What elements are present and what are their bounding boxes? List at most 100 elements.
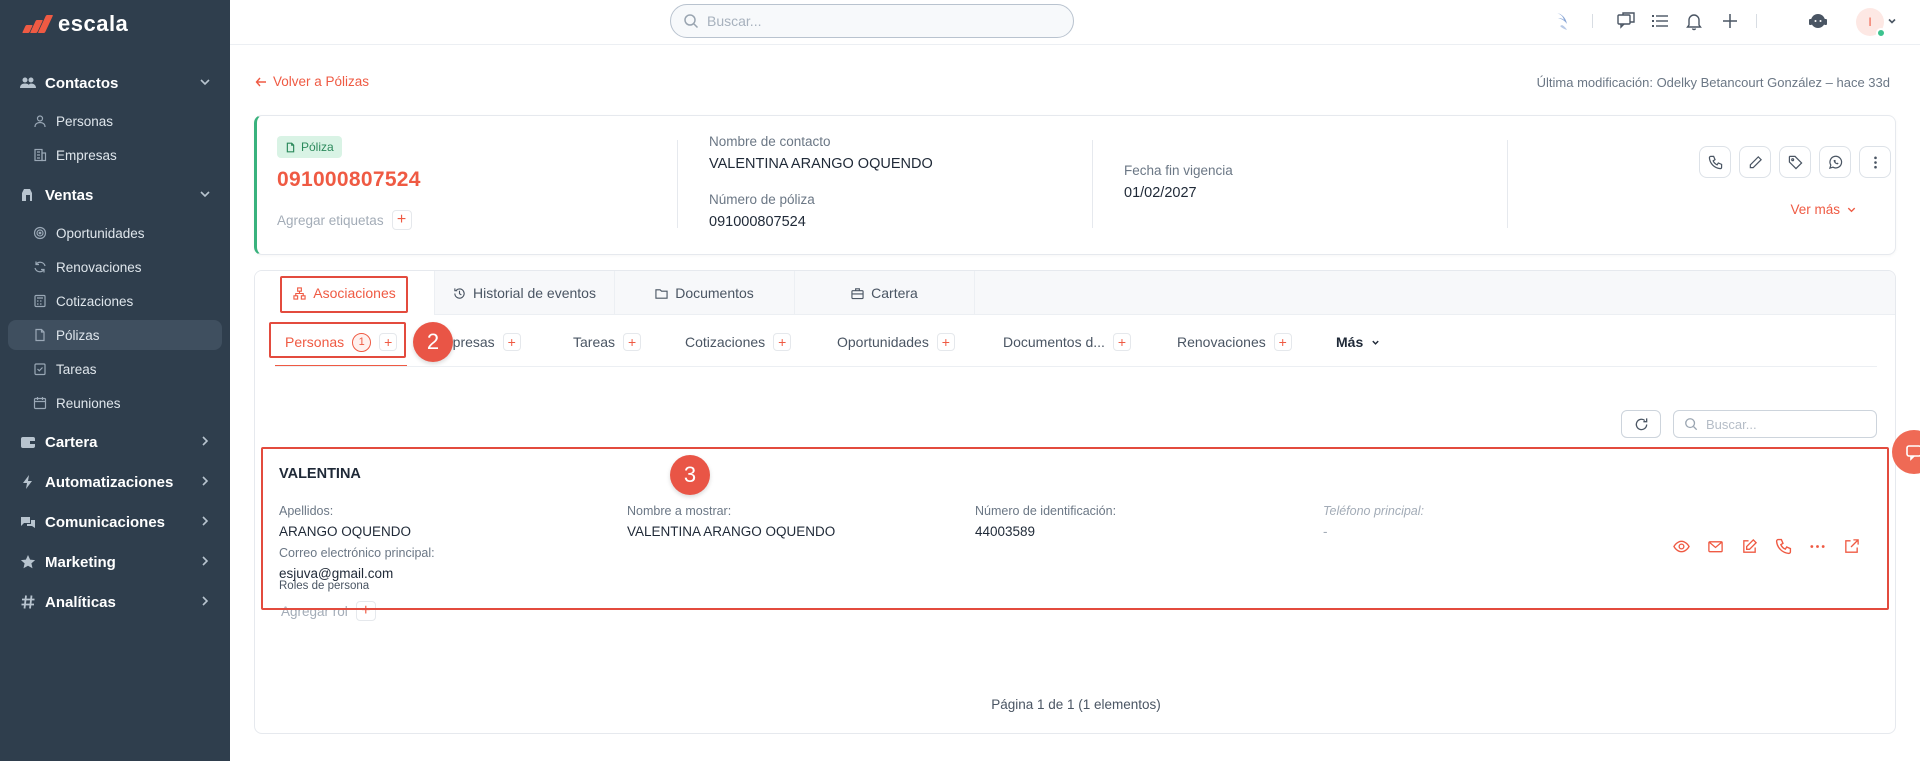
global-search-input[interactable] — [707, 13, 1047, 29]
sidebar-item-cotizaciones[interactable]: Cotizaciones — [8, 286, 222, 316]
subtab-documentos[interactable]: Documentos d... + — [1003, 329, 1131, 355]
more-horizontal-icon[interactable] — [1807, 536, 1827, 556]
folder-icon — [655, 287, 668, 300]
apellidos-value: ARANGO OQUENDO — [279, 524, 412, 539]
arrow-left-icon — [255, 76, 267, 88]
add-cotizacion-button[interactable]: + — [773, 333, 792, 351]
edit-button[interactable] — [1739, 146, 1771, 178]
subtab-oportunidades[interactable]: Oportunidades + — [837, 329, 955, 355]
more-options-button[interactable] — [1859, 146, 1891, 178]
star-icon — [20, 554, 36, 570]
person-icon — [33, 114, 47, 128]
search-icon — [683, 13, 699, 29]
phone-value: - — [1323, 524, 1328, 539]
sidebar-group-ventas[interactable]: Ventas — [0, 178, 230, 212]
email-value: esjuva@gmail.com — [279, 566, 394, 581]
person-name[interactable]: VALENTINA — [279, 466, 361, 482]
brand-logo[interactable]: escala — [22, 6, 128, 42]
global-search[interactable] — [670, 4, 1074, 38]
list-search[interactable] — [1673, 410, 1877, 438]
back-link[interactable]: Volver a Pólizas — [255, 74, 369, 89]
sidebar-item-polizas[interactable]: Pólizas — [8, 320, 222, 350]
support-icon[interactable] — [1806, 9, 1830, 33]
search-icon — [1684, 417, 1698, 431]
add-empresa-button[interactable]: + — [502, 333, 521, 351]
add-tarea-button[interactable]: + — [623, 333, 642, 351]
top-bar: I — [230, 0, 1920, 45]
contact-name-value: VALENTINA ARANGO OQUENDO — [709, 156, 933, 172]
record-type-badge: Póliza — [277, 136, 342, 158]
chevron-right-icon — [196, 434, 214, 451]
tab-asociaciones[interactable]: Asociaciones — [255, 271, 435, 315]
avatar[interactable]: I — [1856, 8, 1886, 38]
add-role-button[interactable]: + — [355, 601, 376, 621]
sidebar-group-cartera[interactable]: Cartera — [0, 425, 230, 459]
tab-historial[interactable]: Historial de eventos — [435, 271, 615, 315]
chevron-right-icon — [196, 474, 214, 491]
refresh-button[interactable] — [1621, 410, 1661, 438]
phone-icon[interactable] — [1773, 536, 1793, 556]
list-icon[interactable] — [1648, 9, 1672, 33]
pencil-icon — [1748, 155, 1763, 170]
policy-number-value: 091000807524 — [709, 214, 806, 230]
chat-widget-button[interactable] — [1892, 430, 1920, 474]
ver-mas-link[interactable]: Ver más — [1790, 202, 1857, 217]
messages-icon[interactable] — [1614, 9, 1638, 33]
edit-icon[interactable] — [1739, 536, 1759, 556]
online-status-dot — [1876, 28, 1886, 38]
add-documento-button[interactable]: + — [1112, 333, 1131, 351]
list-search-input[interactable] — [1706, 416, 1866, 432]
add-persona-button[interactable]: + — [379, 333, 398, 351]
task-icon — [33, 362, 47, 376]
subtab-mas[interactable]: Más — [1336, 329, 1380, 355]
subtab-cotizaciones[interactable]: Cotizaciones + — [685, 329, 792, 355]
chevron-down-icon — [196, 75, 214, 92]
sidebar-group-automatizaciones[interactable]: Automatizaciones — [0, 465, 230, 499]
chevron-down-icon — [1846, 204, 1857, 215]
sidebar-group-marketing[interactable]: Marketing — [0, 545, 230, 579]
sidebar-group-comunicaciones[interactable]: Comunicaciones — [0, 505, 230, 539]
subtab-renovaciones[interactable]: Renovaciones + — [1177, 329, 1292, 355]
subtab-personas[interactable]: Personas 1 + — [285, 329, 398, 355]
divider — [1092, 140, 1093, 228]
sidebar-item-renovaciones[interactable]: Renovaciones — [8, 252, 222, 282]
highlight-person-record — [261, 447, 1889, 610]
add-tag-button[interactable]: + — [391, 210, 412, 230]
email-icon[interactable] — [1705, 536, 1725, 556]
add-oportunidad-button[interactable]: + — [936, 333, 955, 351]
sidebar-item-reuniones[interactable]: Reuniones — [8, 388, 222, 418]
subtab-tareas[interactable]: Tareas + — [573, 329, 642, 355]
external-link-icon[interactable] — [1841, 536, 1861, 556]
sidebar-group-analiticas[interactable]: Analíticas — [0, 585, 230, 619]
sidebar-group-contactos[interactable]: Contactos — [0, 66, 230, 100]
bell-icon[interactable] — [1682, 9, 1706, 33]
assistant-icon[interactable] — [1552, 9, 1576, 33]
id-number-value: 44003589 — [975, 524, 1036, 539]
chevron-down-icon[interactable] — [1886, 9, 1898, 33]
roles-label: Roles de persona — [279, 580, 370, 592]
add-role[interactable]: Agregar rol + — [281, 601, 376, 621]
sidebar-item-oportunidades[interactable]: Oportunidades — [8, 218, 222, 248]
tag-button[interactable] — [1779, 146, 1811, 178]
sidebar-item-empresas[interactable]: Empresas — [8, 140, 222, 170]
whatsapp-button[interactable] — [1819, 146, 1851, 178]
add-renovacion-button[interactable]: + — [1273, 333, 1292, 351]
lightning-icon — [20, 474, 36, 490]
tab-documentos[interactable]: Documentos — [615, 271, 795, 315]
view-icon[interactable] — [1671, 536, 1691, 556]
tab-cartera[interactable]: Cartera — [795, 271, 975, 315]
policy-number-label: Número de póliza — [709, 192, 815, 207]
sidebar-item-tareas[interactable]: Tareas — [8, 354, 222, 384]
sitemap-icon — [293, 286, 306, 300]
call-button[interactable] — [1699, 146, 1731, 178]
add-tags[interactable]: Agregar etiquetas + — [277, 210, 412, 230]
record-header-card: Póliza 091000807524 Agregar etiquetas + … — [254, 115, 1896, 255]
record-title: 091000807524 — [277, 168, 421, 191]
chevron-right-icon — [196, 594, 214, 611]
last-modified: Última modificación: Odelky Betancourt G… — [1536, 75, 1890, 90]
divider — [1507, 140, 1508, 228]
plus-icon[interactable] — [1718, 9, 1742, 33]
users-icon — [20, 75, 36, 91]
email-label: Correo electrónico principal: — [279, 546, 435, 560]
sidebar-item-personas[interactable]: Personas — [8, 106, 222, 136]
